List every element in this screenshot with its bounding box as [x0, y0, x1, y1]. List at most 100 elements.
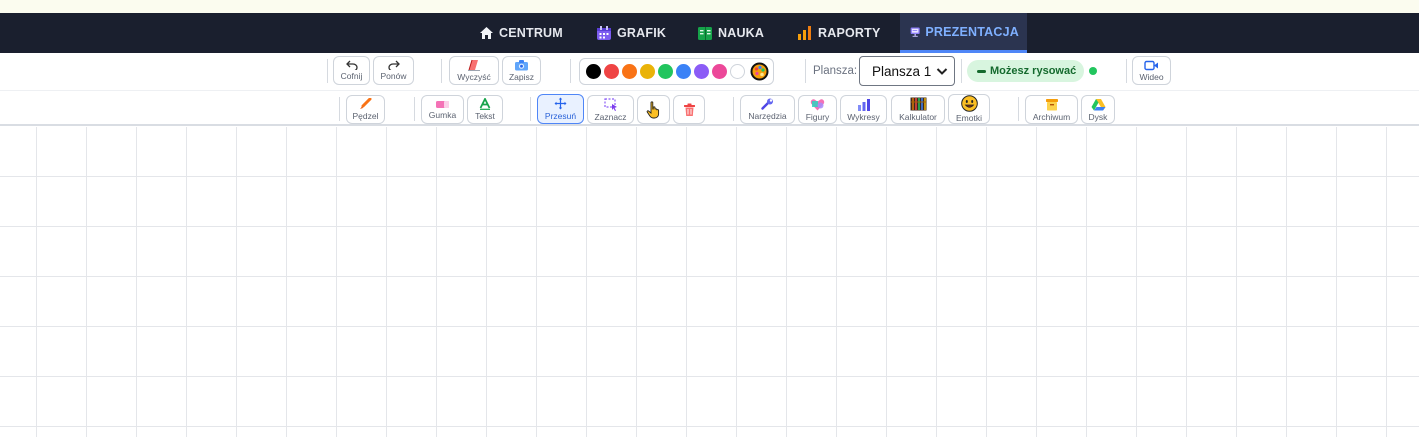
archive-button[interactable]: Archiwum: [1025, 95, 1078, 124]
text-label: Tekst: [475, 111, 495, 121]
nav-nauka-label: NAUKA: [718, 26, 765, 40]
calendar-icon: [597, 26, 611, 40]
video-button[interactable]: Wideo: [1132, 56, 1171, 85]
top-strip: [0, 0, 1419, 13]
text-button[interactable]: Tekst: [467, 95, 503, 124]
archive-label: Archiwum: [1032, 111, 1071, 122]
color-swatch-black[interactable]: [586, 64, 601, 79]
nav-centrum[interactable]: CENTRUM: [471, 13, 571, 53]
color-swatch-yellow[interactable]: [640, 64, 655, 79]
nav-nauka[interactable]: NAUKA: [689, 13, 772, 53]
hand-pointer-button[interactable]: [637, 95, 670, 124]
home-icon: [480, 27, 493, 39]
board-select[interactable]: Plansza 1: [859, 56, 955, 86]
save-button[interactable]: Zapisz: [502, 56, 541, 85]
drive-button[interactable]: Dysk: [1081, 95, 1115, 124]
move-icon: [554, 97, 567, 110]
clear-button[interactable]: Wyczyść: [449, 56, 499, 85]
toolbar-row-2: [0, 91, 1419, 126]
tools-label: Narzędzia: [748, 111, 787, 121]
separator: [441, 59, 442, 83]
charts-icon: [857, 98, 870, 111]
eraser-button[interactable]: Gumka: [421, 95, 464, 124]
wrench-icon: [761, 98, 773, 110]
separator: [327, 59, 328, 83]
separator: [1126, 59, 1127, 83]
video-label: Wideo: [1139, 71, 1164, 82]
undo-label: Cofnij: [340, 71, 363, 81]
nav-prezentacja[interactable]: PREZENTACJA: [900, 13, 1027, 53]
abacus-icon: [910, 97, 926, 111]
color-swatch-green[interactable]: [658, 64, 673, 79]
color-swatch-blue[interactable]: [676, 64, 691, 79]
separator: [570, 59, 571, 83]
video-camera-icon: [1144, 60, 1158, 70]
color-swatch-orange[interactable]: [622, 64, 637, 79]
smiley-icon: [960, 95, 978, 112]
eraser-clear-icon: [468, 59, 480, 71]
notebook-icon: [698, 26, 712, 40]
charts-button[interactable]: Wykresy: [840, 95, 887, 124]
separator: [805, 59, 806, 83]
color-palette: [579, 58, 774, 85]
eraser-icon: [436, 101, 449, 108]
undo-icon: [345, 60, 358, 70]
charts-label: Wykresy: [847, 111, 880, 122]
nav-grafik[interactable]: GRAFIK: [588, 13, 674, 53]
drawing-status-text: Możesz rysować: [990, 65, 1077, 77]
separator: [530, 97, 531, 121]
separator: [339, 97, 340, 121]
color-picker-icon[interactable]: [750, 62, 769, 81]
camera-icon: [515, 60, 528, 71]
presentation-icon: [910, 26, 920, 37]
move-label: Przesuń: [544, 111, 577, 121]
color-swatch-purple[interactable]: [694, 64, 709, 79]
separator: [1018, 97, 1019, 121]
nav-raporty[interactable]: RAPORTY: [789, 13, 889, 53]
tools-button[interactable]: Narzędzia: [740, 95, 795, 124]
drive-icon: [1091, 98, 1105, 110]
shapes-icon: [810, 98, 825, 110]
board-label: Plansza:: [813, 65, 858, 77]
text-icon: [479, 98, 491, 110]
redo-icon: [387, 60, 400, 70]
nav-centrum-label: CENTRUM: [499, 26, 563, 40]
online-status-dot: [1089, 67, 1097, 75]
whiteboard-canvas[interactable]: [0, 127, 1419, 437]
separator: [961, 59, 962, 83]
main-nav: CENTRUM GRAFIK NAUKA RAPORTY PREZENTACJA: [0, 13, 1419, 53]
undo-button[interactable]: Cofnij: [333, 56, 370, 85]
brush-label: Pędzel: [352, 111, 379, 121]
eraser-label: Gumka: [428, 110, 457, 120]
drive-label: Dysk: [1088, 111, 1108, 122]
nav-raporty-label: RAPORTY: [818, 26, 881, 40]
color-swatch-white[interactable]: [730, 64, 745, 79]
brush-icon: [360, 98, 372, 109]
redo-label: Ponów: [380, 71, 407, 81]
pencil-dash-icon: [977, 69, 986, 73]
nav-grafik-label: GRAFIK: [617, 26, 667, 40]
delete-button[interactable]: [673, 95, 705, 124]
move-button[interactable]: Przesuń: [537, 94, 584, 124]
calculator-button[interactable]: Kalkulator: [891, 95, 945, 124]
select-label: Zaznacz: [594, 111, 627, 122]
shapes-button[interactable]: Figury: [798, 95, 837, 124]
separator: [414, 97, 415, 121]
redo-button[interactable]: Ponów: [373, 56, 414, 85]
clear-label: Wyczyść: [457, 72, 491, 82]
brush-button[interactable]: Pędzel: [346, 95, 385, 124]
drawing-status-pill: Możesz rysować: [967, 60, 1084, 82]
shapes-label: Figury: [805, 111, 830, 122]
emoticons-button[interactable]: Emotki: [948, 94, 990, 124]
board-select-value: Plansza 1: [872, 63, 932, 79]
color-swatch-red[interactable]: [604, 64, 619, 79]
separator: [733, 97, 734, 121]
hand-pointer-icon: [646, 100, 660, 118]
emoticons-label: Emotki: [956, 113, 982, 123]
trash-icon: [683, 103, 695, 116]
select-button[interactable]: Zaznacz: [587, 95, 634, 124]
selection-icon: [603, 97, 617, 111]
archive-icon: [1045, 98, 1058, 110]
nav-prezentacja-label: PREZENTACJA: [925, 24, 1019, 39]
color-swatch-pink[interactable]: [712, 64, 727, 79]
